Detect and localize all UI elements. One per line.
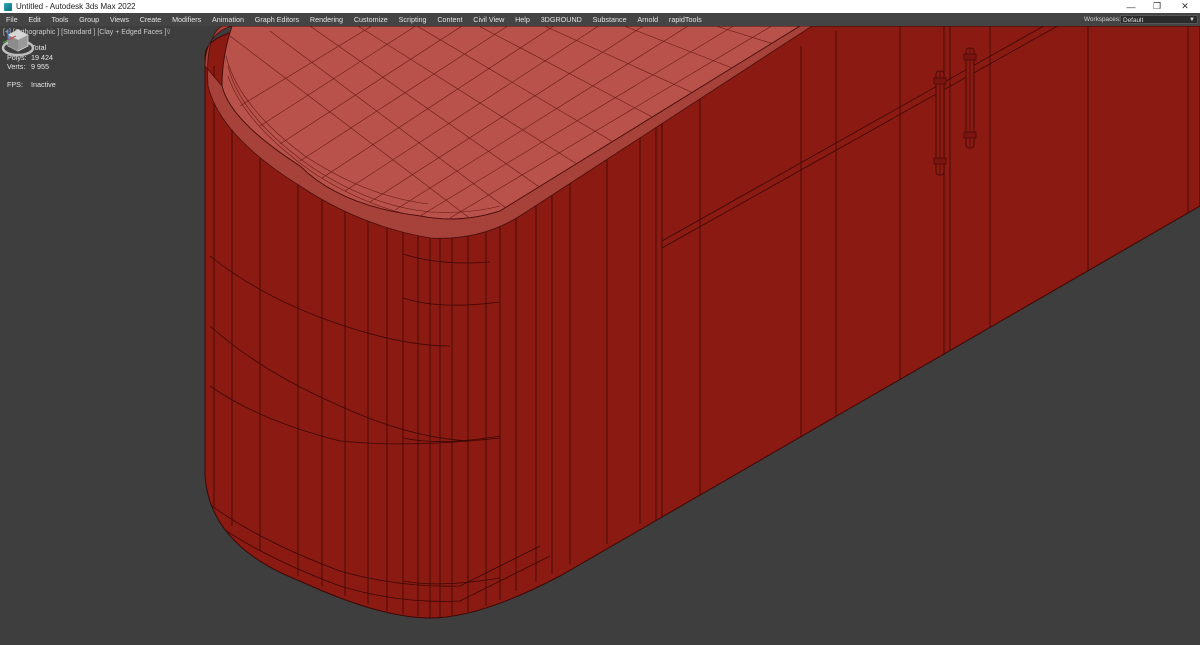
menu-arnold[interactable]: Arnold [632,15,664,24]
menu-3dground[interactable]: 3DGROUND [535,15,587,24]
funnel-icon[interactable]: ⊽ [166,28,171,36]
menu-modifiers[interactable]: Modifiers [167,15,207,24]
close-button[interactable]: ✕ [1172,0,1198,13]
menu-content[interactable]: Content [432,15,468,24]
verts-label: Verts: [7,62,26,72]
door-handle-right [963,47,977,149]
workspaces-label: Workspaces: [1084,16,1121,23]
menu-civil-view[interactable]: Civil View [468,15,510,24]
fps-value: Inactive [31,80,56,89]
workspaces-value: Default [1123,17,1144,24]
chevron-down-icon: ▼ [1189,17,1195,23]
restore-button[interactable]: ❐ [1144,0,1170,13]
menu-views[interactable]: Views [104,15,134,24]
menu-file[interactable]: File [0,15,23,24]
fps-label: FPS: [7,80,23,89]
3dsmax-app-icon [4,2,12,11]
verts-value: 9 955 [31,62,49,72]
minimize-button[interactable]: — [1118,0,1144,13]
menu-help[interactable]: Help [510,15,536,24]
menu-tools[interactable]: Tools [46,15,74,24]
menu-group[interactable]: Group [74,15,105,24]
axis-tripod-icon [2,29,17,44]
fps-readout: FPS: Inactive [7,80,56,89]
menu-rapidtools[interactable]: rapidTools [664,15,708,24]
menu-animation[interactable]: Animation [207,15,250,24]
menu-edit[interactable]: Edit [23,15,46,24]
perspective-viewport[interactable]: [+] [Orthographic ] [Standard ] [Clay + … [0,26,1200,645]
menu-substance[interactable]: Substance [587,15,632,24]
menu-customize[interactable]: Customize [348,15,393,24]
menu-scripting[interactable]: Scripting [393,15,432,24]
menu-create[interactable]: Create [134,15,166,24]
menu-graph-editors[interactable]: Graph Editors [249,15,304,24]
door-handle-left [933,70,947,176]
scene-render [204,26,1200,619]
title-bar: Untitled - Autodesk 3ds Max 2022 — ❐ ✕ [0,0,1200,13]
menu-bar: File Edit Tools Group Views Create Modif… [0,13,1200,26]
menu-rendering[interactable]: Rendering [305,15,349,24]
window-title: Untitled - Autodesk 3ds Max 2022 [16,2,136,11]
workspaces-dropdown[interactable]: Default ▼ [1120,15,1198,24]
